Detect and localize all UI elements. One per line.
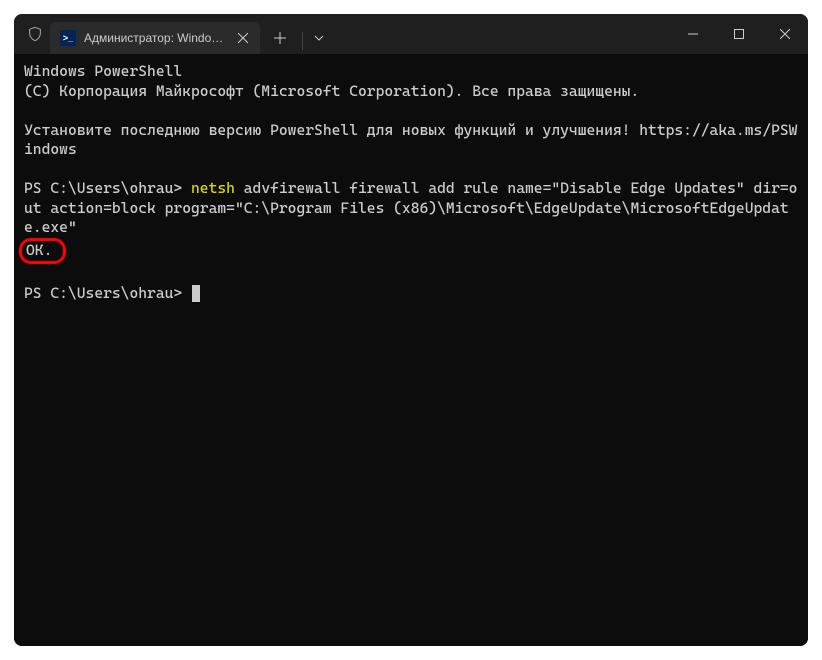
- maximize-button[interactable]: [716, 14, 762, 54]
- result-ok-highlight: ОК.: [19, 238, 66, 265]
- new-tab-button[interactable]: [264, 22, 296, 54]
- close-button[interactable]: [762, 14, 808, 54]
- tab-close-button[interactable]: [234, 29, 252, 47]
- prompt-1: PS C:\Users\ohrau>: [24, 179, 191, 197]
- command-name: netsh: [191, 179, 235, 197]
- tab-dropdown-button[interactable]: [303, 22, 335, 54]
- terminal-output[interactable]: Windows PowerShell (C) Корпорация Майкро…: [14, 54, 808, 646]
- tab-powershell[interactable]: >_ Администратор: Windows Po: [50, 22, 260, 54]
- terminal-window: >_ Администратор: Windows Po: [14, 14, 808, 646]
- prompt-2: PS C:\Users\ohrau>: [24, 284, 191, 302]
- minimize-button[interactable]: [670, 14, 716, 54]
- admin-shield-icon: [26, 25, 44, 43]
- tab-title: Администратор: Windows Po: [84, 31, 226, 45]
- ps-header-line1: Windows PowerShell: [24, 62, 182, 80]
- ps-notice: Установите последнюю версию PowerShell д…: [24, 121, 797, 159]
- ps-header-line2: (C) Корпорация Майкрософт (Microsoft Cor…: [24, 82, 639, 100]
- cursor: [192, 285, 200, 302]
- titlebar: >_ Администратор: Windows Po: [14, 14, 808, 54]
- powershell-icon: >_: [60, 30, 76, 46]
- window-controls: [670, 14, 808, 54]
